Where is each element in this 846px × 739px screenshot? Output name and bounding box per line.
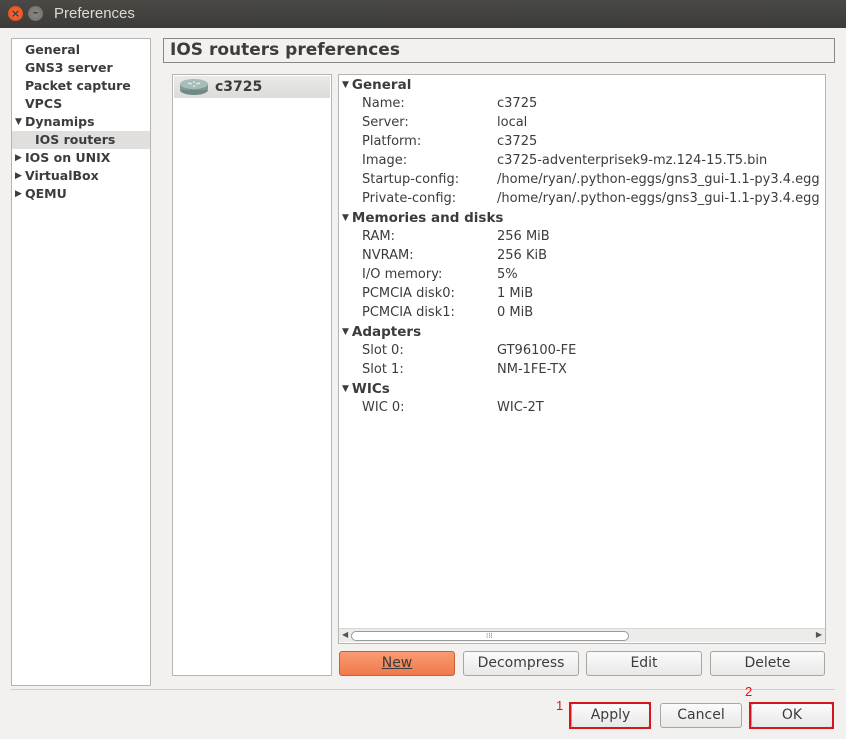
- section-general[interactable]: ▼ General: [342, 77, 411, 93]
- expanded-arrow-icon[interactable]: ▼: [342, 80, 349, 90]
- router-details-tree[interactable]: ▼ General Name: c3725 Server: local Platf…: [338, 74, 826, 644]
- sidebar-item-dynamips[interactable]: ▼ Dynamips: [12, 113, 150, 131]
- expanded-arrow-icon[interactable]: ▼: [342, 327, 349, 337]
- title-bar: × – Preferences: [0, 0, 846, 28]
- scrollbar-thumb[interactable]: ⁞⁞⁞: [351, 631, 629, 641]
- sidebar-item-label: Dynamips: [25, 114, 95, 129]
- page-title: IOS routers preferences: [163, 38, 835, 63]
- scroll-right-icon[interactable]: ▶: [816, 630, 822, 639]
- detail-label: NVRAM:: [362, 248, 414, 263]
- sidebar-item-general[interactable]: General: [12, 41, 150, 59]
- detail-label: Platform:: [362, 134, 422, 149]
- detail-value: /home/ryan/.python-eggs/gns3_gui-1.1-py3…: [497, 172, 820, 187]
- detail-value: /home/ryan/.python-eggs/gns3_gui-1.1-py3…: [497, 191, 820, 206]
- sidebar-item-label: IOS routers: [35, 132, 116, 147]
- section-adapters[interactable]: ▼ Adapters: [342, 324, 421, 340]
- apply-step-marker: 1: [556, 698, 564, 713]
- detail-label: Name:: [362, 96, 405, 111]
- detail-value: 1 MiB: [497, 286, 534, 301]
- detail-value: NM-1FE-TX: [497, 362, 567, 377]
- sidebar-item-ios-routers[interactable]: IOS routers: [12, 131, 150, 149]
- expanded-arrow-icon[interactable]: ▼: [15, 113, 22, 131]
- collapsed-arrow-icon[interactable]: ▶: [15, 167, 22, 185]
- sidebar-item-packet-capture[interactable]: Packet capture: [12, 77, 150, 95]
- grip-icon: ⁞⁞⁞: [486, 632, 493, 640]
- detail-value: 256 KiB: [497, 248, 548, 263]
- sidebar-item-gns3-server[interactable]: GNS3 server: [12, 59, 150, 77]
- expanded-arrow-icon[interactable]: ▼: [342, 384, 349, 394]
- sidebar-item-label: IOS on UNIX: [25, 150, 111, 165]
- edit-button[interactable]: Edit: [586, 651, 702, 676]
- detail-label: Private-config:: [362, 191, 457, 206]
- minimize-window-button[interactable]: –: [28, 6, 43, 21]
- cancel-button-label: Cancel: [677, 707, 725, 723]
- sidebar-item-label: Packet capture: [25, 78, 131, 93]
- sidebar-item-label: QEMU: [25, 186, 67, 201]
- detail-label: RAM:: [362, 229, 395, 244]
- router-list[interactable]: c3725: [172, 74, 332, 676]
- apply-highlight-box: [569, 702, 651, 729]
- router-name: c3725: [215, 79, 263, 95]
- detail-label: Slot 1:: [362, 362, 404, 377]
- preferences-category-tree[interactable]: General GNS3 server Packet capture VPCS …: [11, 38, 151, 686]
- detail-value: WIC-2T: [497, 400, 544, 415]
- detail-label: Slot 0:: [362, 343, 404, 358]
- section-title: Adapters: [351, 324, 422, 340]
- sidebar-item-ios-on-unix[interactable]: ▶ IOS on UNIX: [12, 149, 150, 167]
- detail-label: Server:: [362, 115, 409, 130]
- window-title: Preferences: [54, 5, 135, 22]
- detail-label: PCMCIA disk1:: [362, 305, 455, 320]
- detail-value: c3725: [497, 134, 538, 149]
- detail-label: Startup-config:: [362, 172, 460, 187]
- detail-value: GT96100-FE: [497, 343, 577, 358]
- router-icon: [180, 79, 208, 95]
- details-horizontal-scrollbar[interactable]: ◀ ⁞⁞⁞ ▶: [339, 628, 825, 642]
- edit-button-label: Edit: [630, 655, 658, 671]
- ok-step-marker: 2: [745, 684, 753, 699]
- detail-value: c3725: [497, 96, 538, 111]
- sidebar-item-label: General: [25, 42, 80, 57]
- decompress-button[interactable]: Decompress: [463, 651, 579, 676]
- sidebar-item-label: VPCS: [25, 96, 63, 111]
- decompress-button-label: Decompress: [477, 655, 565, 671]
- detail-label: I/O memory:: [362, 267, 443, 282]
- detail-value: c3725-adventerprisek9-mz.124-15.T5.bin: [497, 153, 768, 168]
- section-title: Memories and disks: [351, 210, 504, 226]
- detail-value: local: [497, 115, 528, 130]
- list-item[interactable]: c3725: [174, 76, 330, 98]
- cancel-button[interactable]: Cancel: [660, 703, 742, 728]
- detail-value: 5%: [497, 267, 518, 282]
- new-button[interactable]: New: [339, 651, 455, 676]
- detail-value: 256 MiB: [497, 229, 550, 244]
- dialog-separator: [11, 689, 835, 690]
- collapsed-arrow-icon[interactable]: ▶: [15, 185, 22, 203]
- scroll-left-icon[interactable]: ◀: [342, 630, 348, 639]
- detail-value: 0 MiB: [497, 305, 534, 320]
- detail-label: Image:: [362, 153, 408, 168]
- detail-label: PCMCIA disk0:: [362, 286, 455, 301]
- section-wics[interactable]: ▼ WICs: [342, 381, 390, 397]
- sidebar-item-label: GNS3 server: [25, 60, 113, 75]
- sidebar-item-virtualbox[interactable]: ▶ VirtualBox: [12, 167, 150, 185]
- new-button-label: New: [381, 655, 413, 671]
- sidebar-item-qemu[interactable]: ▶ QEMU: [12, 185, 150, 203]
- sidebar-item-label: VirtualBox: [25, 168, 99, 183]
- sidebar-item-vpcs[interactable]: VPCS: [12, 95, 150, 113]
- ok-highlight-box: [749, 702, 834, 729]
- close-window-button[interactable]: ×: [8, 6, 23, 21]
- delete-button-label: Delete: [744, 655, 791, 671]
- delete-button[interactable]: Delete: [710, 651, 825, 676]
- collapsed-arrow-icon[interactable]: ▶: [15, 149, 22, 167]
- expanded-arrow-icon[interactable]: ▼: [342, 213, 349, 223]
- section-title: WICs: [351, 381, 390, 397]
- section-memories[interactable]: ▼ Memories and disks: [342, 210, 503, 226]
- section-title: General: [351, 77, 412, 93]
- detail-label: WIC 0:: [362, 400, 405, 415]
